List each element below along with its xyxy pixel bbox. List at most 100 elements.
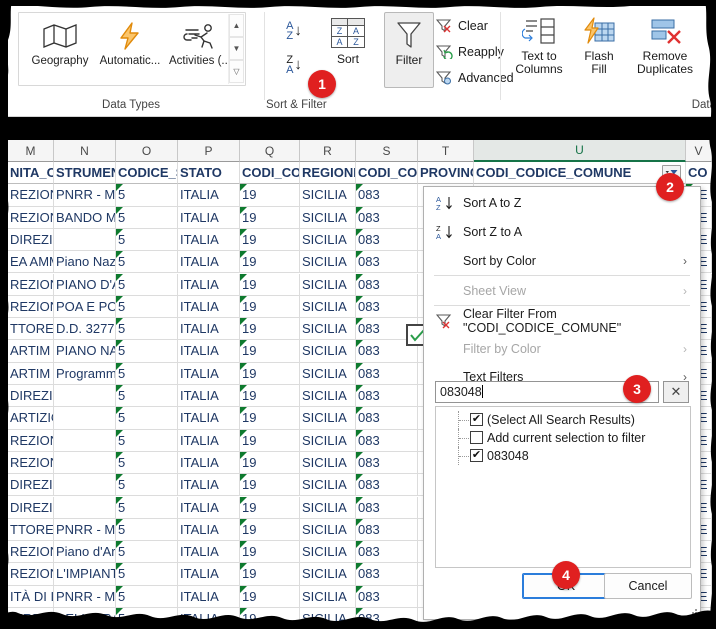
grid-cell[interactable]: ITALIA bbox=[178, 541, 240, 564]
filter-button[interactable]: Filter bbox=[384, 12, 434, 88]
grid-cell[interactable]: 5 bbox=[116, 429, 178, 452]
grid-cell[interactable]: SICILIA bbox=[300, 206, 356, 229]
grid-cell[interactable]: DELIBERA bbox=[54, 608, 116, 623]
grid-cell[interactable]: ITALIA bbox=[178, 228, 240, 252]
grid-cell[interactable]: ITALIA bbox=[178, 184, 240, 207]
grid-cell[interactable]: 5 bbox=[116, 184, 178, 207]
checkbox[interactable]: ✔ bbox=[470, 449, 483, 462]
filter-list-item[interactable]: ✔ 083048 bbox=[436, 447, 690, 465]
header-cell[interactable]: CODI_CODICE_COMUNE bbox=[474, 162, 686, 185]
grid-cell[interactable]: DIREZIONE "SERVI bbox=[8, 496, 54, 519]
grid-cell[interactable]: 083 bbox=[356, 474, 418, 497]
column-header-m[interactable]: M bbox=[8, 140, 54, 162]
grid-cell[interactable] bbox=[54, 474, 116, 497]
grid-cell[interactable]: 19 bbox=[240, 228, 300, 252]
grid-cell[interactable]: SICILIA bbox=[300, 273, 356, 296]
grid-cell[interactable]: 19 bbox=[240, 385, 300, 408]
grid-cell[interactable]: SICILIA bbox=[300, 496, 356, 519]
header-cell[interactable]: REGIONE bbox=[300, 162, 356, 185]
menu-item-sort-by-color[interactable]: Sort by Color › bbox=[425, 247, 699, 274]
grid-cell[interactable]: REZIONE GENERAL bbox=[8, 429, 54, 452]
grid-cell[interactable]: 5 bbox=[116, 362, 178, 385]
grid-cell[interactable]: 083 bbox=[356, 385, 418, 408]
grid-cell[interactable]: 5 bbox=[116, 518, 178, 542]
grid-cell[interactable]: SICILIA bbox=[300, 518, 356, 542]
grid-cell[interactable]: ARTIZIONE SERVI bbox=[8, 407, 54, 430]
grid-cell[interactable]: 083 bbox=[356, 228, 418, 252]
grid-cell[interactable]: 083 bbox=[356, 295, 418, 319]
grid-cell[interactable]: 19 bbox=[240, 585, 300, 608]
grid-cell[interactable]: 083 bbox=[356, 518, 418, 542]
resize-grip[interactable] bbox=[689, 609, 697, 617]
grid-cell[interactable]: DIREZIC bbox=[8, 608, 54, 623]
grid-cell[interactable]: PIANO D'A bbox=[54, 273, 116, 296]
column-header-t[interactable]: T bbox=[418, 140, 474, 162]
grid-cell[interactable]: 19 bbox=[240, 474, 300, 497]
grid-cell[interactable]: 083 bbox=[356, 184, 418, 207]
grid-cell[interactable]: 19 bbox=[240, 206, 300, 229]
grid-cell[interactable]: BANDO M bbox=[54, 206, 116, 229]
filter-value-list[interactable]: ✔ (Select All Search Results) Add current … bbox=[435, 406, 691, 568]
grid-cell[interactable]: ITALIA bbox=[178, 385, 240, 408]
grid-cell[interactable]: 19 bbox=[240, 318, 300, 341]
filter-list-item[interactable]: Add current selection to filter bbox=[436, 429, 690, 447]
grid-cell[interactable]: SICILIA bbox=[300, 251, 356, 274]
data-types-gallery[interactable]: Geography Automatic... Activities (... ▲… bbox=[18, 12, 246, 86]
grid-cell[interactable]: 5 bbox=[116, 206, 178, 229]
grid-cell[interactable] bbox=[54, 385, 116, 408]
grid-cell[interactable]: DIREZIONE "SERVI bbox=[8, 474, 54, 497]
grid-cell[interactable]: 19 bbox=[240, 496, 300, 519]
data-type-automatic[interactable]: Automatic... bbox=[95, 17, 165, 81]
grid-cell[interactable]: PNRR - M4 bbox=[54, 585, 116, 608]
checkbox[interactable] bbox=[470, 431, 483, 444]
grid-cell[interactable]: ARTIM bbox=[8, 362, 54, 385]
grid-cell[interactable]: Piano Naz bbox=[54, 251, 116, 274]
clear-filter-command[interactable]: Clear bbox=[436, 14, 488, 37]
grid-cell[interactable]: 19 bbox=[240, 273, 300, 296]
grid-cell[interactable]: Programm bbox=[54, 362, 116, 385]
grid-cell[interactable]: 19 bbox=[240, 340, 300, 363]
data-type-activities[interactable]: Activities (... bbox=[165, 17, 235, 81]
grid-cell[interactable]: ITALIA bbox=[178, 563, 240, 586]
grid-cell[interactable]: ARTIM bbox=[8, 340, 54, 363]
grid-cell[interactable]: 5 bbox=[116, 273, 178, 296]
column-header-u[interactable]: U bbox=[474, 140, 686, 162]
grid-cell[interactable]: EA AMM bbox=[8, 251, 54, 274]
menu-item-clear-filter[interactable]: Clear Filter From "CODI_CODICE_COMUNE" bbox=[425, 307, 699, 335]
grid-cell[interactable]: 19 bbox=[240, 518, 300, 542]
grid-cell[interactable]: SICILIA bbox=[300, 362, 356, 385]
grid-cell[interactable]: ITALIA bbox=[178, 251, 240, 274]
gallery-scrollbar[interactable]: ▲ ▼ ▽ bbox=[228, 14, 244, 84]
grid-cell[interactable]: 083 bbox=[356, 541, 418, 564]
menu-item-sort-z-to-a[interactable]: Z A Sort Z to A bbox=[425, 218, 699, 245]
grid-cell[interactable]: SICILIA bbox=[300, 228, 356, 252]
grid-cell[interactable]: 083 bbox=[356, 362, 418, 385]
grid-cell[interactable]: SICILIA bbox=[300, 541, 356, 564]
grid-cell[interactable]: 083 bbox=[356, 251, 418, 274]
grid-cell[interactable]: 5 bbox=[116, 318, 178, 341]
grid-cell[interactable]: 083 bbox=[356, 608, 418, 623]
grid-cell[interactable]: REZIONI bbox=[8, 295, 54, 319]
grid-cell[interactable]: TTORE F bbox=[8, 518, 54, 542]
data-validation-button[interactable]: Data Validation bbox=[702, 12, 716, 86]
header-cell[interactable]: PROVINCI bbox=[418, 162, 474, 185]
grid-cell[interactable]: REZIONE GENERAL bbox=[8, 451, 54, 475]
scroll-down-icon[interactable]: ▼ bbox=[229, 37, 244, 60]
header-cell[interactable]: CO bbox=[686, 162, 712, 185]
grid-cell[interactable]: ITALIA bbox=[178, 429, 240, 452]
grid-cell[interactable]: 5 bbox=[116, 608, 178, 623]
grid-cell[interactable]: 5 bbox=[116, 340, 178, 363]
grid-cell[interactable]: ITALIA bbox=[178, 451, 240, 475]
grid-cell[interactable]: Piano d'Ar bbox=[54, 541, 116, 564]
column-header-s[interactable]: S bbox=[356, 140, 418, 162]
filter-list-item[interactable]: ✔ (Select All Search Results) bbox=[436, 411, 690, 429]
grid-cell[interactable]: REZIONI bbox=[8, 206, 54, 229]
grid-cell[interactable]: 5 bbox=[116, 541, 178, 564]
grid-cell[interactable]: 19 bbox=[240, 251, 300, 274]
grid-cell[interactable]: 083 bbox=[356, 563, 418, 586]
grid-cell[interactable]: SICILIA bbox=[300, 451, 356, 475]
checkbox[interactable]: ✔ bbox=[470, 413, 483, 426]
grid-cell[interactable]: PNRR - M2 bbox=[54, 184, 116, 207]
grid-cell[interactable]: REZIONI bbox=[8, 184, 54, 207]
grid-cell[interactable]: 083 bbox=[356, 206, 418, 229]
